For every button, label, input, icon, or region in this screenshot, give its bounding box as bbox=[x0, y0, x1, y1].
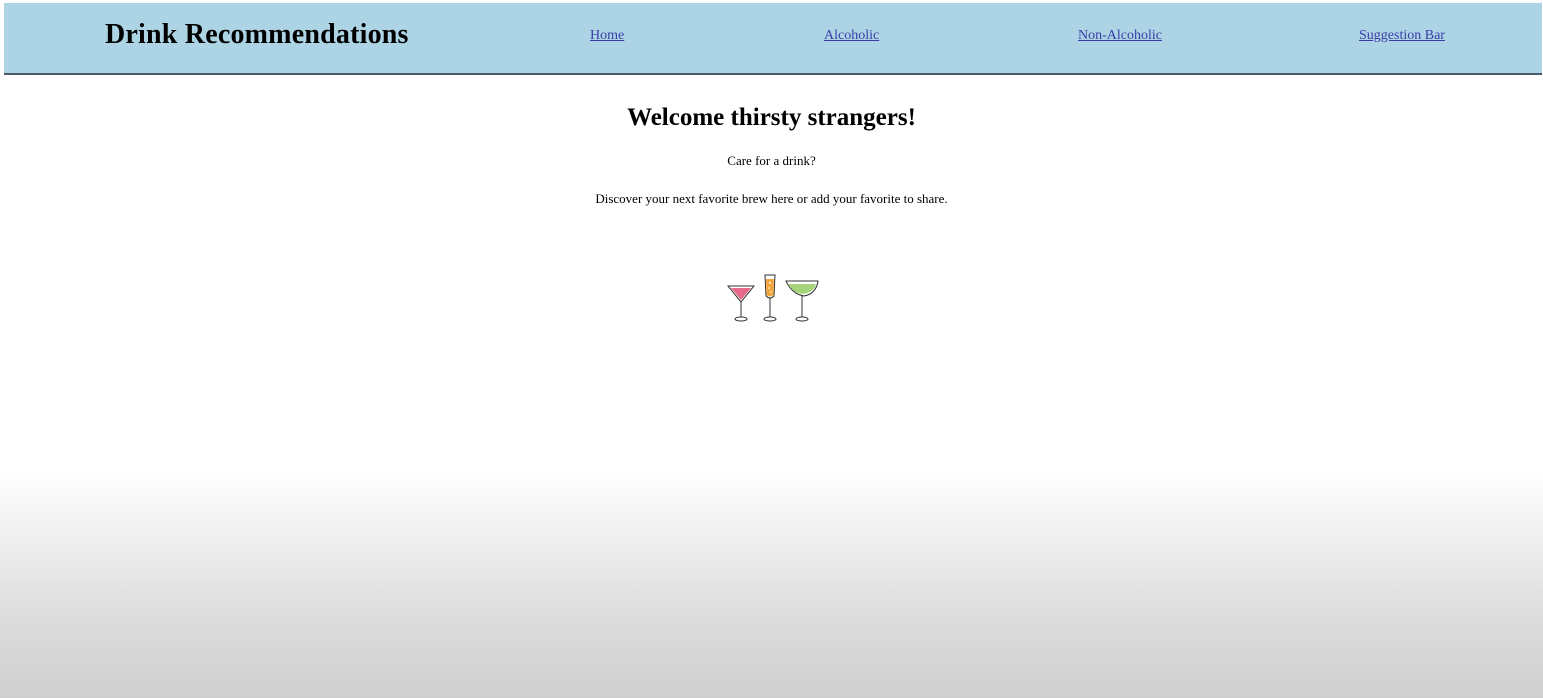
nav-link-suggestion-bar[interactable]: Suggestion Bar bbox=[1359, 28, 1445, 44]
cocktail-glass-pink-icon bbox=[726, 285, 756, 322]
nav-link-home[interactable]: Home bbox=[590, 28, 624, 44]
drinks-illustration bbox=[726, 274, 819, 322]
site-title: Drink Recommendations bbox=[105, 19, 409, 50]
main-content: Welcome thirsty strangers! Care for a dr… bbox=[0, 100, 1543, 208]
champagne-flute-icon bbox=[763, 274, 777, 322]
nav-link-non-alcoholic[interactable]: Non-Alcoholic bbox=[1078, 28, 1162, 44]
margarita-glass-green-icon bbox=[785, 280, 819, 322]
tagline-text: Care for a drink? bbox=[727, 153, 816, 168]
site-header: Drink Recommendations Home Alcoholic Non… bbox=[4, 3, 1542, 75]
description-text: Discover your next favorite brew here or… bbox=[595, 191, 948, 206]
nav-link-alcoholic[interactable]: Alcoholic bbox=[824, 28, 879, 44]
welcome-heading: Welcome thirsty strangers! bbox=[627, 104, 916, 131]
